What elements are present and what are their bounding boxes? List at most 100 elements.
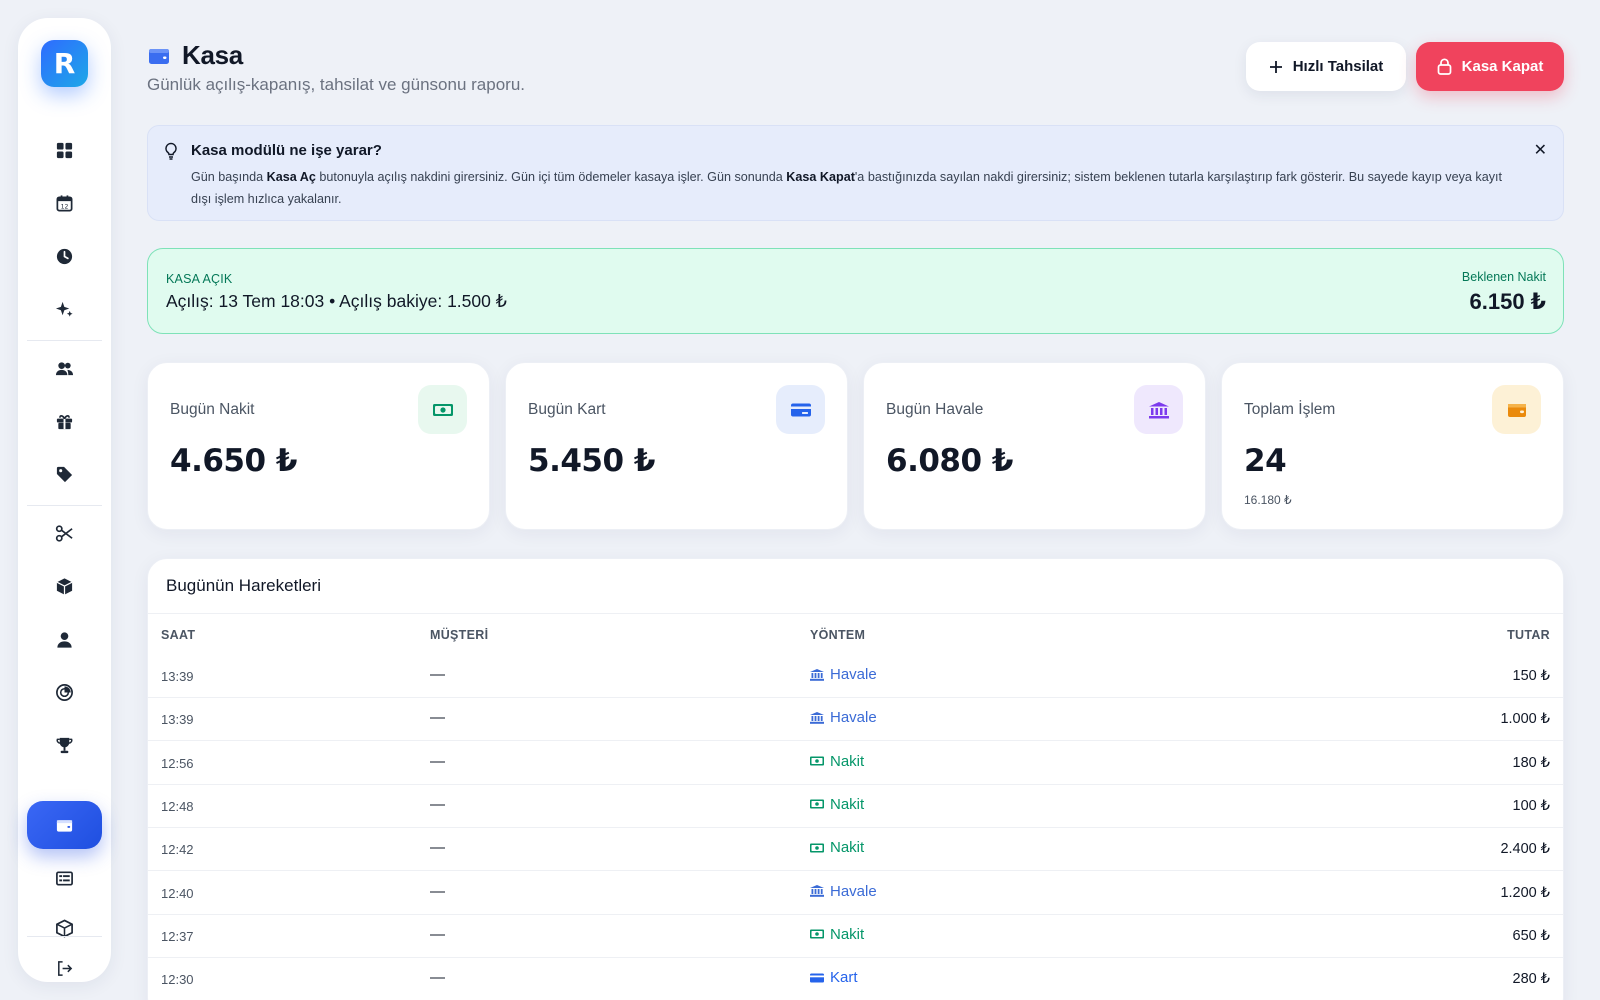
cell-time: 12:40 (161, 885, 194, 901)
sparkle-icon (55, 301, 73, 317)
cell-amount: 1.000 ₺ (1500, 711, 1550, 728)
calendar-icon: 12 (56, 194, 73, 211)
column-header-customer[interactable]: MÜŞTERİ (430, 628, 488, 642)
column-header-amount[interactable]: TUTAR (1507, 628, 1550, 642)
cell-amount: 650 ₺ (1512, 927, 1550, 944)
cell-time: 12:37 (161, 928, 194, 944)
cell-customer: — (430, 666, 445, 683)
stat-value: 24 (1244, 443, 1287, 479)
bank-icon (810, 668, 824, 681)
user-icon (57, 631, 72, 648)
method-label: Havale (830, 882, 877, 900)
table-row[interactable]: 12:56 — Nakit 180 ₺ (148, 742, 1563, 785)
stat-label: Bugün Havale (886, 401, 984, 418)
stat-label: Bugün Nakit (170, 401, 255, 418)
plus-icon (1269, 60, 1282, 73)
page-header: Kasa (148, 40, 243, 71)
sidebar-item-ai[interactable] (27, 285, 102, 333)
logout-button[interactable] (27, 944, 102, 992)
sidebar-item-history[interactable] (27, 232, 102, 280)
wallet-icon (149, 48, 169, 64)
quick-payment-button[interactable]: Hızlı Tahsilat (1246, 42, 1406, 91)
page-subtitle: Günlük açılış-kapanış, tahsilat ve günso… (147, 75, 525, 94)
table-row[interactable]: 13:39 — Havale 150 ₺ (148, 655, 1563, 698)
cash-icon (810, 799, 824, 809)
info-banner: Kasa modülü ne işe yarar? Gün başında Ka… (147, 125, 1564, 221)
sidebar-item-gifts[interactable] (27, 397, 102, 445)
cell-method: Kart (810, 969, 858, 986)
lock-icon (1437, 58, 1451, 75)
list-icon (56, 870, 73, 886)
grid-icon (56, 142, 73, 158)
transactions-table: Bugünün Hareketleri SAAT MÜŞTERİ YÖNTEM … (147, 558, 1564, 1000)
stat-card-total: Toplam İşlem 24 16.180 ₺ (1221, 362, 1564, 530)
kasa-status-label: KASA AÇIK (166, 272, 233, 286)
sidebar-item-expenses[interactable] (27, 854, 102, 902)
stat-card-card: Bugün Kart 5.450 ₺ (505, 362, 848, 530)
cell-method: Havale (810, 666, 877, 683)
close-kasa-button[interactable]: Kasa Kapat (1416, 42, 1564, 91)
box-icon (56, 577, 73, 595)
table-row[interactable]: 12:37 — Nakit 650 ₺ (148, 915, 1563, 958)
sidebar-item-products[interactable] (27, 562, 102, 610)
cell-method: Nakit (810, 796, 864, 813)
table-row[interactable]: 12:42 — Nakit 2.400 ₺ (148, 828, 1563, 872)
sidebar-item-tags[interactable] (27, 450, 102, 498)
scissors-icon (55, 524, 73, 542)
users-icon (55, 361, 74, 375)
app-logo[interactable]: R (41, 40, 88, 87)
sidebar-item-loyalty[interactable] (27, 721, 102, 769)
sidebar-item-customers[interactable] (27, 344, 102, 392)
sidebar-item-dashboard[interactable] (27, 126, 102, 174)
clock-icon (56, 248, 73, 264)
bank-icon (810, 885, 824, 897)
method-label: Nakit (830, 752, 865, 770)
stat-subvalue: 16.180 ₺ (1244, 493, 1292, 507)
expected-cash-value: 6.150 ₺ (1469, 289, 1546, 314)
cell-method: Nakit (810, 926, 864, 943)
bank-icon (810, 711, 824, 724)
table-row[interactable]: 12:30 — Kart 280 ₺ (148, 958, 1563, 1000)
cash-icon (810, 756, 824, 766)
stat-card-cash: Bugün Nakit 4.650 ₺ (147, 362, 490, 530)
cash-icon (418, 385, 467, 434)
cell-time: 12:48 (161, 798, 194, 814)
bank-icon (1134, 385, 1183, 434)
cell-time: 12:56 (161, 755, 194, 771)
cell-amount: 100 ₺ (1512, 797, 1550, 814)
sidebar-divider (27, 936, 102, 937)
sidebar-item-calendar[interactable]: 12 (27, 179, 102, 227)
sidebar-item-staff[interactable] (27, 615, 102, 663)
cell-amount: 2.400 ₺ (1500, 841, 1550, 858)
quick-payment-label: Hızlı Tahsilat (1292, 58, 1384, 75)
table-row[interactable]: 12:40 — Havale 1.200 ₺ (148, 872, 1563, 915)
cell-customer: — (430, 882, 445, 900)
kasa-opening-info: Açılış: 13 Tem 18:03 • Açılış bakiye: 1.… (166, 291, 507, 311)
cell-customer: — (430, 752, 445, 770)
cell-amount: 180 ₺ (1512, 754, 1550, 771)
wallet-icon (1492, 385, 1541, 434)
cell-method: Havale (810, 883, 877, 900)
column-header-time[interactable]: SAAT (161, 628, 195, 642)
close-icon[interactable]: ✕ (1534, 140, 1547, 160)
package-icon (56, 918, 73, 938)
cell-customer: — (430, 795, 445, 813)
column-header-method[interactable]: YÖNTEM (810, 628, 865, 642)
cell-customer: — (430, 969, 445, 987)
info-text: Gün başında Kasa Aç butonuyla açılış nak… (191, 170, 1503, 206)
cell-method: Nakit (810, 839, 864, 856)
lightbulb-icon (165, 142, 177, 160)
info-title: Kasa modülü ne işe yarar? (191, 142, 382, 159)
table-row[interactable]: 12:48 — Nakit 100 ₺ (148, 785, 1563, 828)
expected-cash-label: Beklenen Nakit (1461, 270, 1546, 284)
cell-customer: — (430, 709, 445, 727)
table-row[interactable]: 13:39 — Havale 1.000 ₺ (148, 698, 1563, 742)
cell-method: Havale (810, 709, 877, 726)
sidebar-item-services[interactable] (27, 509, 102, 557)
sidebar-item-reports[interactable] (27, 668, 102, 716)
cell-time: 13:39 (161, 669, 194, 684)
cash-icon (810, 843, 824, 853)
cell-method: Nakit (810, 753, 864, 770)
sidebar-item-kasa[interactable] (27, 801, 102, 849)
logout-icon (58, 960, 73, 976)
